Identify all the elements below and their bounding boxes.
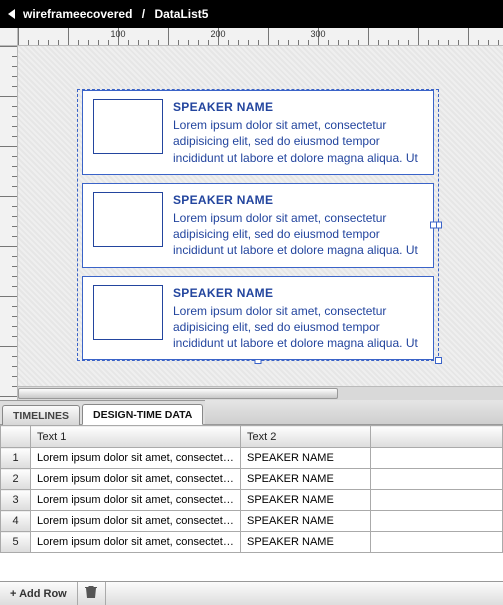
col-header-blank[interactable] — [371, 426, 503, 448]
delete-row-button[interactable] — [78, 582, 106, 605]
breadcrumb: wireframeecovered / DataList5 — [23, 7, 208, 21]
ruler-tick — [368, 28, 369, 46]
speaker-bio: Lorem ipsum dolor sit amet, consectetur … — [173, 210, 423, 259]
image-placeholder — [93, 99, 163, 154]
cell-blank[interactable] — [371, 448, 503, 469]
cell-blank[interactable] — [371, 490, 503, 511]
speaker-name: SPEAKER NAME — [173, 99, 423, 115]
speaker-bio: Lorem ipsum dolor sit amet, consectetur … — [173, 117, 423, 166]
table-row[interactable]: 5Lorem ipsum dolor sit amet, consectetur… — [1, 532, 503, 553]
col-header-text2[interactable]: Text 2 — [241, 426, 371, 448]
ruler-tick — [68, 28, 69, 46]
datalist-selection[interactable]: SPEAKER NAME Lorem ipsum dolor sit amet,… — [78, 90, 438, 360]
design-canvas[interactable]: SPEAKER NAME Lorem ipsum dolor sit amet,… — [18, 46, 503, 400]
ruler-tick — [0, 246, 18, 247]
breadcrumb-item-0[interactable]: wireframeecovered — [23, 7, 132, 21]
resize-handle-se[interactable] — [435, 357, 442, 364]
back-icon[interactable] — [8, 9, 15, 19]
breadcrumb-item-1[interactable]: DataList5 — [154, 7, 208, 21]
titlebar: wireframeecovered / DataList5 — [0, 0, 503, 28]
table-row[interactable]: 1Lorem ipsum dolor sit amet, consectetur… — [1, 448, 503, 469]
ruler-label: 200 — [210, 29, 225, 39]
data-grid[interactable]: Text 1 Text 2 1Lorem ipsum dolor sit ame… — [0, 425, 503, 581]
cell-text1[interactable]: Lorem ipsum dolor sit amet, consectetur … — [31, 511, 241, 532]
trash-icon — [85, 585, 97, 602]
ruler-tick — [468, 28, 469, 46]
cell-text2[interactable]: SPEAKER NAME — [241, 469, 371, 490]
grid-footer: + Add Row — [0, 581, 503, 605]
list-item[interactable]: SPEAKER NAME Lorem ipsum dolor sit amet,… — [82, 90, 434, 175]
table-row[interactable]: 4Lorem ipsum dolor sit amet, consectetur… — [1, 511, 503, 532]
ruler-tick — [0, 96, 18, 97]
cell-text2[interactable]: SPEAKER NAME — [241, 490, 371, 511]
ruler-tick — [0, 146, 18, 147]
ruler-tick — [0, 296, 18, 297]
cell-text1[interactable]: Lorem ipsum dolor sit amet, consectetur … — [31, 532, 241, 553]
speaker-name: SPEAKER NAME — [173, 285, 423, 301]
row-number[interactable]: 1 — [1, 448, 31, 469]
tabbar-fill — [205, 400, 503, 424]
add-row-button[interactable]: + Add Row — [0, 582, 78, 605]
ruler-tick — [0, 196, 18, 197]
col-header-rownum[interactable] — [1, 426, 31, 448]
bottom-panel: TIMELINES DESIGN-TIME DATA Text 1 Text 2… — [0, 400, 503, 605]
cell-text2[interactable]: SPEAKER NAME — [241, 532, 371, 553]
tabbar: TIMELINES DESIGN-TIME DATA — [0, 401, 503, 425]
horizontal-scrollbar[interactable] — [18, 386, 503, 400]
ruler-label: 100 — [110, 29, 125, 39]
speaker-bio: Lorem ipsum dolor sit amet, consectetur … — [173, 303, 423, 352]
row-number[interactable]: 4 — [1, 511, 31, 532]
image-placeholder — [93, 192, 163, 247]
list-item[interactable]: SPEAKER NAME Lorem ipsum dolor sit amet,… — [82, 183, 434, 268]
row-number[interactable]: 5 — [1, 532, 31, 553]
resize-handle-e[interactable] — [430, 222, 437, 229]
list-item[interactable]: SPEAKER NAME Lorem ipsum dolor sit amet,… — [82, 276, 434, 361]
cell-text2[interactable]: SPEAKER NAME — [241, 448, 371, 469]
col-header-text1[interactable]: Text 1 — [31, 426, 241, 448]
ruler-tick — [18, 28, 19, 46]
cell-text1[interactable]: Lorem ipsum dolor sit amet, consectetur … — [31, 448, 241, 469]
breadcrumb-sep: / — [142, 7, 145, 21]
ruler-tick — [418, 28, 419, 46]
ruler-label: 300 — [310, 29, 325, 39]
tab-design-time-data[interactable]: DESIGN-TIME DATA — [82, 404, 203, 425]
ruler-vertical[interactable] — [0, 46, 18, 400]
cell-text1[interactable]: Lorem ipsum dolor sit amet, consectetur … — [31, 490, 241, 511]
ruler-horizontal[interactable]: 100 200 300 — [18, 28, 503, 46]
table-row[interactable]: 2Lorem ipsum dolor sit amet, consectetur… — [1, 469, 503, 490]
cell-blank[interactable] — [371, 532, 503, 553]
ruler-tick — [0, 346, 18, 347]
tab-timelines[interactable]: TIMELINES — [2, 405, 80, 425]
ruler-corner — [0, 28, 18, 46]
ruler-tick — [268, 28, 269, 46]
cell-blank[interactable] — [371, 469, 503, 490]
table-row[interactable]: 3Lorem ipsum dolor sit amet, consectetur… — [1, 490, 503, 511]
cell-text2[interactable]: SPEAKER NAME — [241, 511, 371, 532]
ruler-tick — [0, 396, 18, 397]
ruler-tick — [0, 46, 18, 47]
table-header-row: Text 1 Text 2 — [1, 426, 503, 448]
row-number[interactable]: 2 — [1, 469, 31, 490]
speaker-name: SPEAKER NAME — [173, 192, 423, 208]
cell-blank[interactable] — [371, 511, 503, 532]
ruler-tick — [168, 28, 169, 46]
design-canvas-area: 100 200 300 SPEAKER NAME Lorem ipsum dolor… — [0, 28, 503, 400]
scrollbar-thumb[interactable] — [18, 388, 338, 399]
row-number[interactable]: 3 — [1, 490, 31, 511]
cell-text1[interactable]: Lorem ipsum dolor sit amet, consectetur … — [31, 469, 241, 490]
image-placeholder — [93, 285, 163, 340]
